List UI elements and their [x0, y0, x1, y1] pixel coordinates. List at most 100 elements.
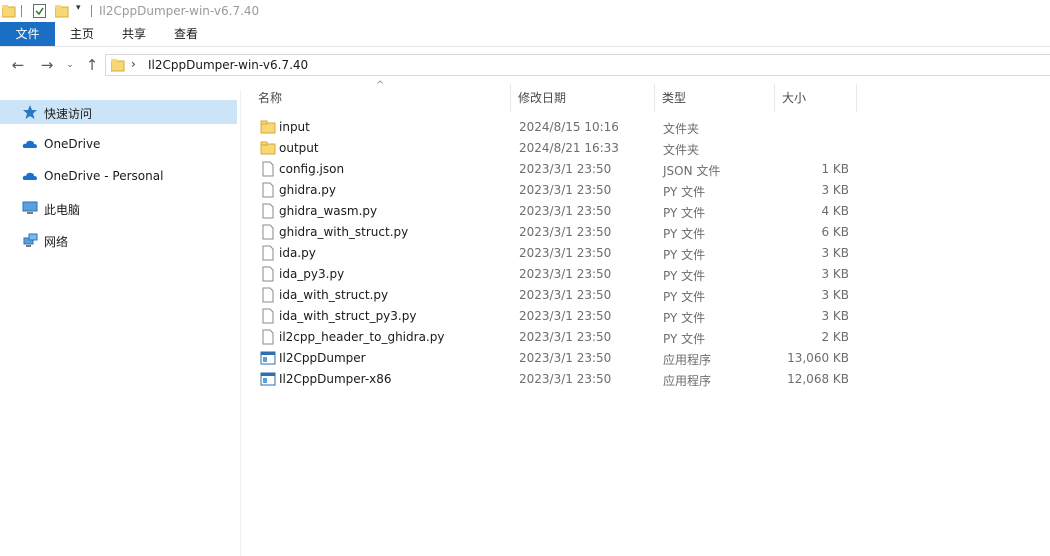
- new-folder-icon[interactable]: [55, 4, 69, 18]
- app-icon: [260, 351, 276, 365]
- file-name: il2cpp_header_to_ghidra.py: [279, 330, 445, 344]
- sidebar-item-label: 快速访问: [44, 107, 93, 121]
- file-date: 2023/3/1 23:50: [519, 225, 612, 239]
- file-date: 2023/3/1 23:50: [519, 309, 612, 323]
- file-type: PY 文件: [663, 269, 706, 283]
- file-date: 2023/3/1 23:50: [519, 183, 612, 197]
- file-icon: [262, 308, 274, 324]
- file-size: 3 KB: [821, 309, 849, 323]
- sidebar-item-onedrive-personal[interactable]: OneDrive - Personal: [0, 164, 237, 188]
- recent-locations-chevron-icon[interactable]: ⌄: [60, 55, 80, 75]
- column-header-date[interactable]: 修改日期: [518, 84, 566, 112]
- file-date: 2023/3/1 23:50: [519, 351, 612, 365]
- file-type: PY 文件: [663, 311, 706, 325]
- file-icon: [262, 266, 274, 282]
- folder-icon: [260, 120, 276, 134]
- file-row[interactable]: ida.py 2023/3/1 23:50 PY 文件 3 KB: [241, 243, 861, 264]
- column-divider[interactable]: [856, 84, 857, 112]
- sidebar-item-network[interactable]: 网络: [0, 228, 237, 252]
- file-name: input: [279, 120, 310, 134]
- path-chevron-icon[interactable]: ›: [131, 57, 136, 71]
- file-row[interactable]: config.json 2023/3/1 23:50 JSON 文件 1 KB: [241, 159, 861, 180]
- app-icon: [260, 372, 276, 386]
- properties-icon[interactable]: [33, 4, 47, 18]
- tab-view[interactable]: 查看: [162, 22, 210, 46]
- file-date: 2023/3/1 23:50: [519, 204, 612, 218]
- toolbar-separator: [91, 5, 92, 17]
- file-row[interactable]: Il2CppDumper 2023/3/1 23:50 应用程序 13,060 …: [241, 348, 861, 369]
- file-date: 2023/3/1 23:50: [519, 246, 612, 260]
- tab-home[interactable]: 主页: [58, 22, 106, 46]
- file-type: PY 文件: [663, 185, 706, 199]
- title-bar: ▾ Il2CppDumper-win-v6.7.40: [0, 0, 1050, 22]
- file-row[interactable]: ida_with_struct.py 2023/3/1 23:50 PY 文件 …: [241, 285, 861, 306]
- file-type: 应用程序: [663, 374, 712, 388]
- folder-icon: [260, 141, 276, 155]
- sidebar-item-label: OneDrive: [44, 137, 101, 151]
- file-date: 2024/8/15 10:16: [519, 120, 619, 134]
- folder-icon: [2, 5, 16, 18]
- column-divider[interactable]: [654, 84, 655, 112]
- file-row[interactable]: ghidra_wasm.py 2023/3/1 23:50 PY 文件 4 KB: [241, 201, 861, 222]
- ribbon: 文件 主页 共享 查看: [0, 22, 1050, 47]
- column-headers: 名称 修改日期 类型 大小: [241, 84, 1050, 112]
- file-date: 2023/3/1 23:50: [519, 162, 612, 176]
- address-bar[interactable]: › Il2CppDumper-win-v6.7.40: [105, 54, 1050, 76]
- sidebar-item-label: OneDrive - Personal: [44, 169, 164, 183]
- file-row[interactable]: ghidra_with_struct.py 2023/3/1 23:50 PY …: [241, 222, 861, 243]
- file-row[interactable]: input 2024/8/15 10:16 文件夹: [241, 117, 861, 138]
- file-icon: [262, 182, 274, 198]
- file-row[interactable]: output 2024/8/21 16:33 文件夹: [241, 138, 861, 159]
- address-path[interactable]: Il2CppDumper-win-v6.7.40: [148, 58, 308, 72]
- folder-icon: [111, 59, 125, 72]
- file-size: 3 KB: [821, 246, 849, 260]
- file-size: 6 KB: [821, 225, 849, 239]
- file-type: 文件夹: [663, 143, 700, 157]
- file-size: 1 KB: [821, 162, 849, 176]
- file-row[interactable]: ida_py3.py 2023/3/1 23:50 PY 文件 3 KB: [241, 264, 861, 285]
- tab-share[interactable]: 共享: [110, 22, 158, 46]
- file-row[interactable]: ghidra.py 2023/3/1 23:50 PY 文件 3 KB: [241, 180, 861, 201]
- navigation-pane: 快速访问 OneDrive OneDrive - Personal 此电脑 网络: [0, 90, 241, 556]
- back-arrow-icon[interactable]: ←: [8, 55, 28, 75]
- file-icon: [262, 245, 274, 261]
- file-name: ida_with_struct.py: [279, 288, 389, 302]
- file-type: PY 文件: [663, 227, 706, 241]
- sidebar-item-label: 网络: [44, 235, 69, 249]
- cloud-icon: [22, 172, 37, 180]
- file-type: PY 文件: [663, 206, 706, 220]
- customize-toolbar-icon[interactable]: ▾: [76, 3, 81, 13]
- file-type: JSON 文件: [663, 164, 721, 178]
- column-header-type[interactable]: 类型: [662, 84, 686, 112]
- sidebar-item-this-pc[interactable]: 此电脑: [0, 196, 237, 220]
- sidebar-item-label: 此电脑: [44, 203, 81, 217]
- file-name: ghidra_with_struct.py: [279, 225, 409, 239]
- star-icon: [23, 105, 37, 119]
- tab-file[interactable]: 文件: [0, 22, 55, 46]
- file-name: Il2CppDumper-x86: [279, 372, 392, 386]
- file-row[interactable]: Il2CppDumper-x86 2023/3/1 23:50 应用程序 12,…: [241, 369, 861, 390]
- file-name: output: [279, 141, 319, 155]
- network-icon: [23, 233, 38, 247]
- file-size: 3 KB: [821, 267, 849, 281]
- computer-icon: [22, 201, 38, 214]
- file-date: 2023/3/1 23:50: [519, 330, 612, 344]
- sidebar-item-onedrive[interactable]: OneDrive: [0, 132, 237, 156]
- file-date: 2023/3/1 23:50: [519, 288, 612, 302]
- file-name: Il2CppDumper: [279, 351, 366, 365]
- file-type: PY 文件: [663, 248, 706, 262]
- forward-arrow-icon[interactable]: →: [37, 55, 57, 75]
- file-size: 3 KB: [821, 183, 849, 197]
- column-header-size[interactable]: 大小: [782, 84, 806, 112]
- sidebar-item-quick-access[interactable]: 快速访问: [0, 100, 237, 124]
- column-header-name[interactable]: 名称: [258, 84, 282, 112]
- file-row[interactable]: il2cpp_header_to_ghidra.py 2023/3/1 23:5…: [241, 327, 861, 348]
- column-divider[interactable]: [774, 84, 775, 112]
- up-arrow-icon[interactable]: ↑: [82, 55, 102, 75]
- window-title: Il2CppDumper-win-v6.7.40: [99, 4, 260, 18]
- file-icon: [262, 224, 274, 240]
- file-row[interactable]: ida_with_struct_py3.py 2023/3/1 23:50 PY…: [241, 306, 861, 327]
- file-name: ida.py: [279, 246, 316, 260]
- file-type: PY 文件: [663, 290, 706, 304]
- column-divider[interactable]: [510, 84, 511, 112]
